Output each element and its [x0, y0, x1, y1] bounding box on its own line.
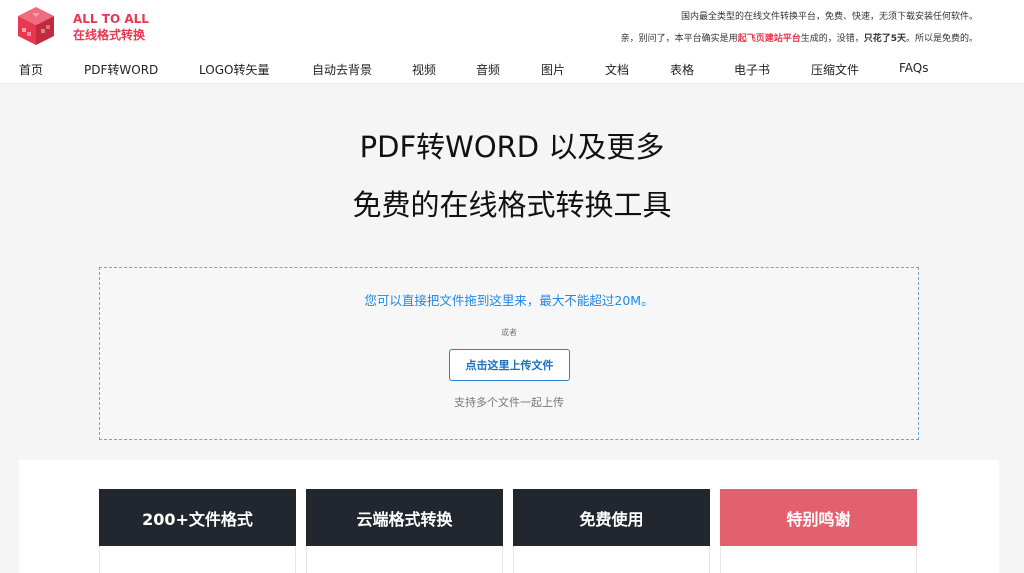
feature-card-title: 特别鸣谢: [720, 489, 917, 546]
features-section: 200+文件格式 云端格式转换 免费使用 特别鸣谢: [19, 460, 999, 573]
nav-item-home[interactable]: 首页: [19, 61, 43, 78]
nav-item-faqs[interactable]: FAQs: [899, 61, 929, 75]
nav-item-audio[interactable]: 音频: [476, 61, 500, 78]
nav-item-image[interactable]: 图片: [541, 61, 565, 78]
notice-line-2: 亲，别问了，本平台确实是用起飞页建站平台生成的，没错，只花了5天。所以是免费的。: [621, 31, 978, 44]
hero-title: PDF转WORD 以及更多: [359, 130, 665, 164]
feature-card-body: [720, 546, 917, 573]
feature-card-body: [306, 546, 503, 573]
nav-item-remove-background[interactable]: 自动去背景: [312, 61, 372, 78]
nav-item-document[interactable]: 文档: [605, 61, 629, 78]
or-separator: 或者: [501, 328, 517, 337]
feature-card: 200+文件格式: [99, 489, 296, 573]
feature-card-title: 免费使用: [513, 489, 710, 546]
drop-instructions: 您可以直接把文件拖到这里来，最大不能超过20M。: [364, 293, 654, 308]
notice-highlight: 只花了5天: [863, 34, 906, 44]
cube-logo-icon[interactable]: [16, 5, 56, 47]
notice-text: 亲，别问了，本平台确实是用: [620, 34, 738, 44]
notice-text: 生成的，没错，: [800, 34, 864, 44]
notice-line-1: 国内最全类型的在线文件转换平台，免费、快速，无须下载安装任何软件。: [680, 12, 978, 22]
nav-item-ebook[interactable]: 电子书: [734, 61, 770, 78]
brand-subtitle: 在线格式转换: [73, 28, 146, 42]
nav-item-logo-to-vector[interactable]: LOGO转矢量: [199, 61, 269, 78]
builder-link[interactable]: 起飞页建站平台: [738, 34, 801, 44]
feature-card: 特别鸣谢: [720, 489, 917, 573]
feature-card: 云端格式转换: [306, 489, 503, 573]
file-drop-zone[interactable]: 您可以直接把文件拖到这里来，最大不能超过20M。 或者 点击这里上传文件 支持多…: [99, 267, 919, 440]
hero-subtitle: 免费的在线格式转换工具: [352, 188, 672, 222]
feature-card-title: 200+文件格式: [99, 489, 296, 546]
notice-text: 。所以是免费的。: [905, 34, 978, 44]
feature-card-body: [513, 546, 710, 573]
upload-file-button[interactable]: 点击这里上传文件: [449, 349, 570, 381]
feature-card: 免费使用: [513, 489, 710, 573]
feature-card-title: 云端格式转换: [306, 489, 503, 546]
main-nav: 首页 PDF转WORD LOGO转矢量 自动去背景 视频 音频 图片 文档 表格…: [0, 61, 1024, 77]
nav-item-archive[interactable]: 压缩文件: [811, 61, 859, 78]
multi-upload-hint: 支持多个文件一起上传: [454, 396, 564, 409]
nav-item-pdf-to-word[interactable]: PDF转WORD: [84, 61, 158, 78]
nav-item-spreadsheet[interactable]: 表格: [670, 61, 694, 78]
feature-card-body: [99, 546, 296, 573]
header: ALL TO ALL 在线格式转换 国内最全类型的在线文件转换平台，免费、快速，…: [0, 0, 1024, 84]
brand[interactable]: ALL TO ALL 在线格式转换: [73, 11, 149, 43]
nav-item-video[interactable]: 视频: [412, 61, 436, 78]
brand-name: ALL TO ALL: [73, 12, 149, 26]
